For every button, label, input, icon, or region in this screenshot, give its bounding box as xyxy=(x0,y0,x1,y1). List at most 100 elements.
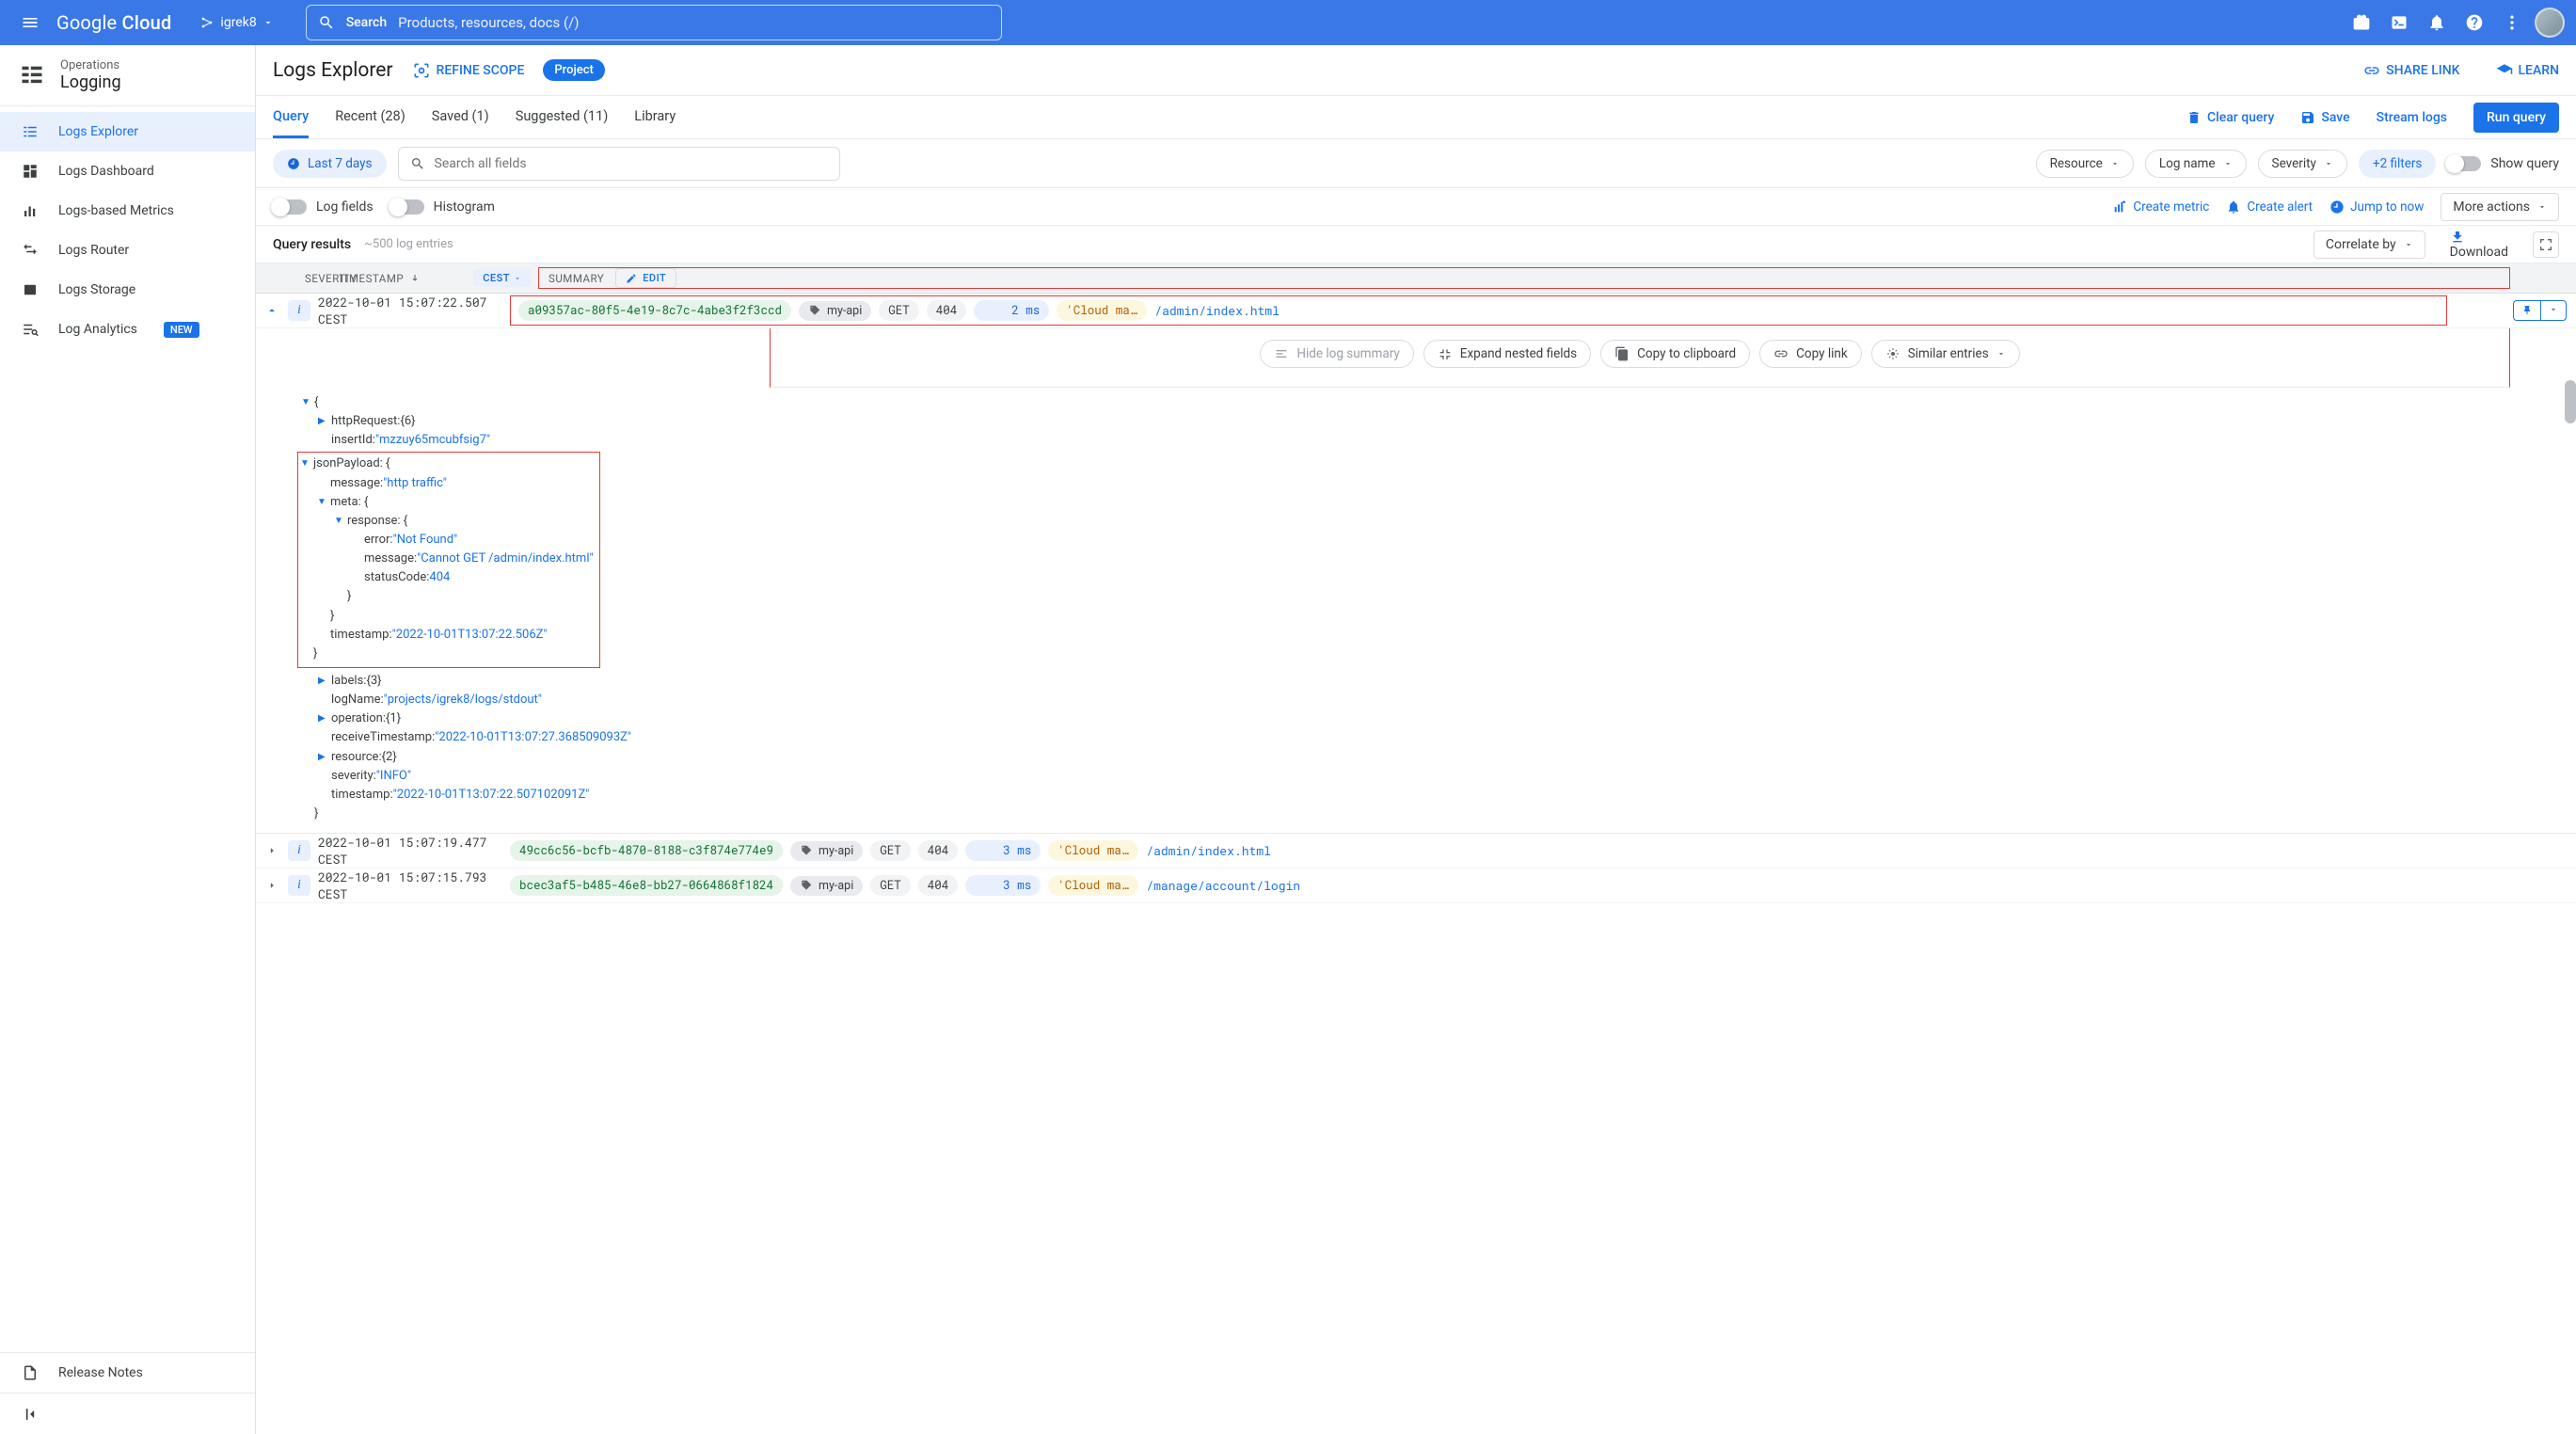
product-header: OperationsLogging xyxy=(0,45,255,106)
clear-query[interactable]: Clear query xyxy=(2186,110,2274,125)
nav-release-notes[interactable]: Release Notes xyxy=(0,1353,255,1393)
nav-logs-dashboard[interactable]: Logs Dashboard xyxy=(0,151,255,191)
copy-clipboard[interactable]: Copy to clipboard xyxy=(1600,340,1750,368)
timestamp: 2022-10-01 15:07:22.507 CEST xyxy=(318,294,510,327)
time-range-chip[interactable]: Last 7 days xyxy=(273,150,387,178)
row-summary: bcec3af5-b485-46e8-bb27-0664868f1824 my-… xyxy=(510,875,2576,896)
nav-collapse[interactable] xyxy=(0,1393,255,1434)
severity-badge[interactable]: i xyxy=(288,875,310,896)
gift-icon[interactable] xyxy=(2343,4,2380,41)
help-icon[interactable] xyxy=(2456,4,2493,41)
scrollbar[interactable] xyxy=(2565,380,2576,423)
row-summary: a09357ac-80f5-4e19-8c7c-4abe3f2f3ccd my-… xyxy=(510,295,2447,326)
fullscreen-icon[interactable] xyxy=(2533,231,2559,258)
create-alert[interactable]: Create alert xyxy=(2226,199,2313,215)
nav-logs-router[interactable]: Logs Router xyxy=(0,231,255,270)
log-json: ▼{ ▶httpRequest: {6} insertId: "mzzuy65m… xyxy=(256,388,2576,834)
logging-icon xyxy=(19,62,45,88)
detail-actions-box: Hide log summary Expand nested fields Co… xyxy=(770,328,2510,388)
avatar[interactable] xyxy=(2535,8,2565,38)
nav-log-analytics[interactable]: Log AnalyticsNEW xyxy=(0,310,255,349)
row-expander[interactable] xyxy=(256,304,288,317)
tab-suggested[interactable]: Suggested (11) xyxy=(516,96,609,138)
trace-id[interactable]: bcec3af5-b485-46e8-bb27-0664868f1824 xyxy=(510,875,783,896)
more-filters[interactable]: +2 filters xyxy=(2359,150,2436,178)
histogram-toggle[interactable]: Histogram xyxy=(390,199,495,215)
timestamp: 2022-10-01 15:07:15.793 CEST xyxy=(318,868,510,902)
timezone-chip[interactable]: CEST xyxy=(473,269,531,287)
nav-logs-metrics[interactable]: Logs-based Metrics xyxy=(0,191,255,231)
trace-id[interactable]: 49cc6c56-bcfb-4870-8188-c3f874e774e9 xyxy=(510,840,783,861)
pin-group xyxy=(2513,300,2567,321)
tabs-row: Query Recent (28) Saved (1) Suggested (1… xyxy=(256,96,2576,139)
page-header: Logs Explorer REFINE SCOPE Project SHARE… xyxy=(256,45,2576,96)
timestamp: 2022-10-01 15:07:19.477 CEST xyxy=(318,834,510,868)
edit-summary[interactable]: EDIT xyxy=(615,268,676,288)
col-summary: SUMMARY EDIT xyxy=(538,267,2510,289)
scope-chip[interactable]: Project xyxy=(543,59,604,81)
hide-summary[interactable]: Hide log summary xyxy=(1260,340,1413,368)
tab-library[interactable]: Library xyxy=(634,96,676,138)
similar-entries[interactable]: Similar entries xyxy=(1871,340,2020,368)
more-icon[interactable] xyxy=(2493,4,2531,41)
filter-row: Last 7 days Resource Log name Severity +… xyxy=(256,139,2576,188)
fields-row: Log fields Histogram Create metric Creat… xyxy=(256,188,2576,226)
nav-logs-storage[interactable]: Logs Storage xyxy=(0,270,255,310)
severity-badge[interactable]: i xyxy=(288,300,310,321)
nav-logs-explorer[interactable]: Logs Explorer xyxy=(0,112,255,151)
more-actions[interactable]: More actions xyxy=(2441,193,2559,221)
msg-chip[interactable]: 'Cloud mappi… xyxy=(1057,300,1147,321)
project-picker[interactable]: igrek8 xyxy=(190,9,282,36)
left-nav: OperationsLogging Logs Explorer Logs Das… xyxy=(0,45,256,1434)
resource-filter[interactable]: Resource xyxy=(2036,150,2134,178)
topbar: Google Cloud igrek8 Search xyxy=(0,0,2576,45)
pin-button[interactable] xyxy=(2514,301,2541,320)
learn[interactable]: LEARN xyxy=(2496,62,2560,79)
menu-icon[interactable] xyxy=(11,4,49,41)
save-query[interactable]: Save xyxy=(2300,110,2349,125)
tab-recent[interactable]: Recent (28) xyxy=(335,96,405,138)
search-input[interactable] xyxy=(398,14,990,31)
method-chip[interactable]: GET xyxy=(879,300,919,321)
expand-nested[interactable]: Expand nested fields xyxy=(1423,340,1591,368)
pin-menu[interactable] xyxy=(2541,301,2566,320)
cloud-shell-icon[interactable] xyxy=(2380,4,2418,41)
run-query[interactable]: Run query xyxy=(2473,103,2559,133)
bell-icon[interactable] xyxy=(2418,4,2456,41)
status-chip[interactable]: 404 xyxy=(927,300,967,321)
tab-saved[interactable]: Saved (1) xyxy=(432,96,489,138)
logo[interactable]: Google Cloud xyxy=(56,11,171,34)
logname-filter[interactable]: Log name xyxy=(2145,150,2247,178)
create-metric[interactable]: Create metric xyxy=(2112,199,2209,215)
stream-logs[interactable]: Stream logs xyxy=(2377,110,2447,125)
path: /admin/index.html xyxy=(1154,302,1280,319)
row-expander[interactable] xyxy=(256,844,288,857)
latency-chip[interactable]: 2 ms xyxy=(974,300,1049,321)
app-chip[interactable]: my-api xyxy=(790,841,863,861)
app-chip[interactable]: my-api xyxy=(790,876,863,896)
correlate-by[interactable]: Correlate by xyxy=(2314,231,2425,259)
trace-id[interactable]: a09357ac-80f5-4e19-8c7c-4abe3f2f3ccd xyxy=(518,300,791,321)
row-summary: 49cc6c56-bcfb-4870-8188-c3f874e774e9 my-… xyxy=(510,840,2576,861)
share-link[interactable]: SHARE LINK xyxy=(2363,62,2459,79)
results-header: Query results ~500 log entries Correlate… xyxy=(256,226,2576,263)
table-row: i 2022-10-01 15:07:19.477 CEST 49cc6c56-… xyxy=(256,834,2576,868)
col-severity[interactable]: SEVERITY xyxy=(288,272,339,285)
search-label: Search xyxy=(346,15,387,30)
severity-badge[interactable]: i xyxy=(288,840,310,861)
jump-to-now[interactable]: Jump to now xyxy=(2330,199,2424,215)
table-row: i 2022-10-01 15:07:22.507 CEST a09357ac-… xyxy=(256,294,2576,328)
global-search[interactable]: Search xyxy=(306,5,1002,40)
table-header: SEVERITY TIMESTAMP CEST SUMMARY EDIT xyxy=(256,263,2576,294)
download[interactable]: Download xyxy=(2450,230,2508,260)
show-query-toggle[interactable]: Show query xyxy=(2447,156,2559,171)
app-chip[interactable]: my-api xyxy=(799,301,871,321)
copy-link[interactable]: Copy link xyxy=(1759,340,1862,368)
search-fields[interactable] xyxy=(398,147,840,181)
log-fields-toggle[interactable]: Log fields xyxy=(273,199,374,215)
tab-query[interactable]: Query xyxy=(273,96,309,138)
severity-filter[interactable]: Severity xyxy=(2258,150,2347,178)
col-timestamp[interactable]: TIMESTAMP CEST xyxy=(339,269,538,287)
row-expander[interactable] xyxy=(256,879,288,892)
refine-scope[interactable]: REFINE SCOPE xyxy=(412,61,525,80)
